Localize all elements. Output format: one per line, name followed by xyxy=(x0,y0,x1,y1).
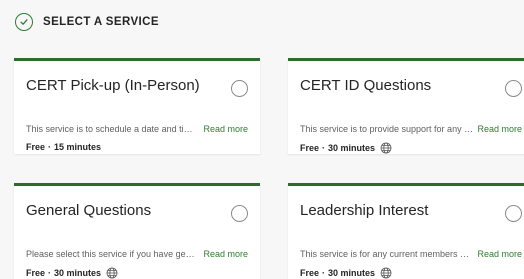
service-meta: Free · 30 minutes xyxy=(300,267,392,279)
service-radio[interactable] xyxy=(505,205,522,222)
service-meta: Free · 30 minutes xyxy=(26,267,118,279)
service-meta: Free · 30 minutes xyxy=(300,142,392,154)
meta-separator: · xyxy=(322,143,326,153)
service-card-cert-pickup[interactable]: CERT Pick-up (In-Person) This service is… xyxy=(14,58,260,154)
service-duration: 30 minutes xyxy=(328,143,376,153)
service-duration: 15 minutes xyxy=(54,142,102,152)
service-radio[interactable] xyxy=(231,205,248,222)
read-more-link[interactable]: Read more xyxy=(203,249,248,259)
service-radio[interactable] xyxy=(505,80,522,97)
meta-separator: · xyxy=(48,268,52,278)
service-card-general-questions[interactable]: General Questions Please select this ser… xyxy=(14,183,260,279)
service-price: Free xyxy=(300,268,320,278)
read-more-link[interactable]: Read more xyxy=(477,249,522,259)
service-title: CERT Pick-up (In-Person) xyxy=(26,77,200,94)
meta-separator: · xyxy=(322,268,326,278)
section-header: SELECT A SERVICE xyxy=(15,13,159,31)
globe-icon xyxy=(106,267,118,279)
meta-separator: · xyxy=(48,142,52,152)
read-more-link[interactable]: Read more xyxy=(477,124,522,134)
service-duration: 30 minutes xyxy=(54,268,102,278)
service-meta: Free · 15 minutes xyxy=(26,142,101,152)
globe-icon xyxy=(380,267,392,279)
service-price: Free xyxy=(26,142,46,152)
service-title: General Questions xyxy=(26,202,152,219)
check-circle-icon xyxy=(15,13,33,31)
description-row: This service is for any current members … xyxy=(300,249,522,259)
service-card-cert-id[interactable]: CERT ID Questions This service is to pro… xyxy=(288,58,524,154)
service-card-leadership-interest[interactable]: Leadership Interest This service is for … xyxy=(288,183,524,279)
service-description: This service is to provide support for a… xyxy=(300,124,474,134)
service-price: Free xyxy=(26,268,46,278)
description-row: Please select this service if you have g… xyxy=(26,249,248,259)
globe-icon xyxy=(380,142,392,154)
service-duration: 30 minutes xyxy=(328,268,376,278)
service-title: Leadership Interest xyxy=(300,202,429,219)
section-title: SELECT A SERVICE xyxy=(43,16,159,28)
service-description: This service is for any current members … xyxy=(300,249,474,259)
read-more-link[interactable]: Read more xyxy=(203,124,248,134)
service-description: This service is to schedule a date and t… xyxy=(26,124,200,134)
service-radio[interactable] xyxy=(231,80,248,97)
description-row: This service is to provide support for a… xyxy=(300,124,522,134)
description-row: This service is to schedule a date and t… xyxy=(26,124,248,134)
service-price: Free xyxy=(300,143,320,153)
service-title: CERT ID Questions xyxy=(300,77,432,94)
service-description: Please select this service if you have g… xyxy=(26,249,200,259)
